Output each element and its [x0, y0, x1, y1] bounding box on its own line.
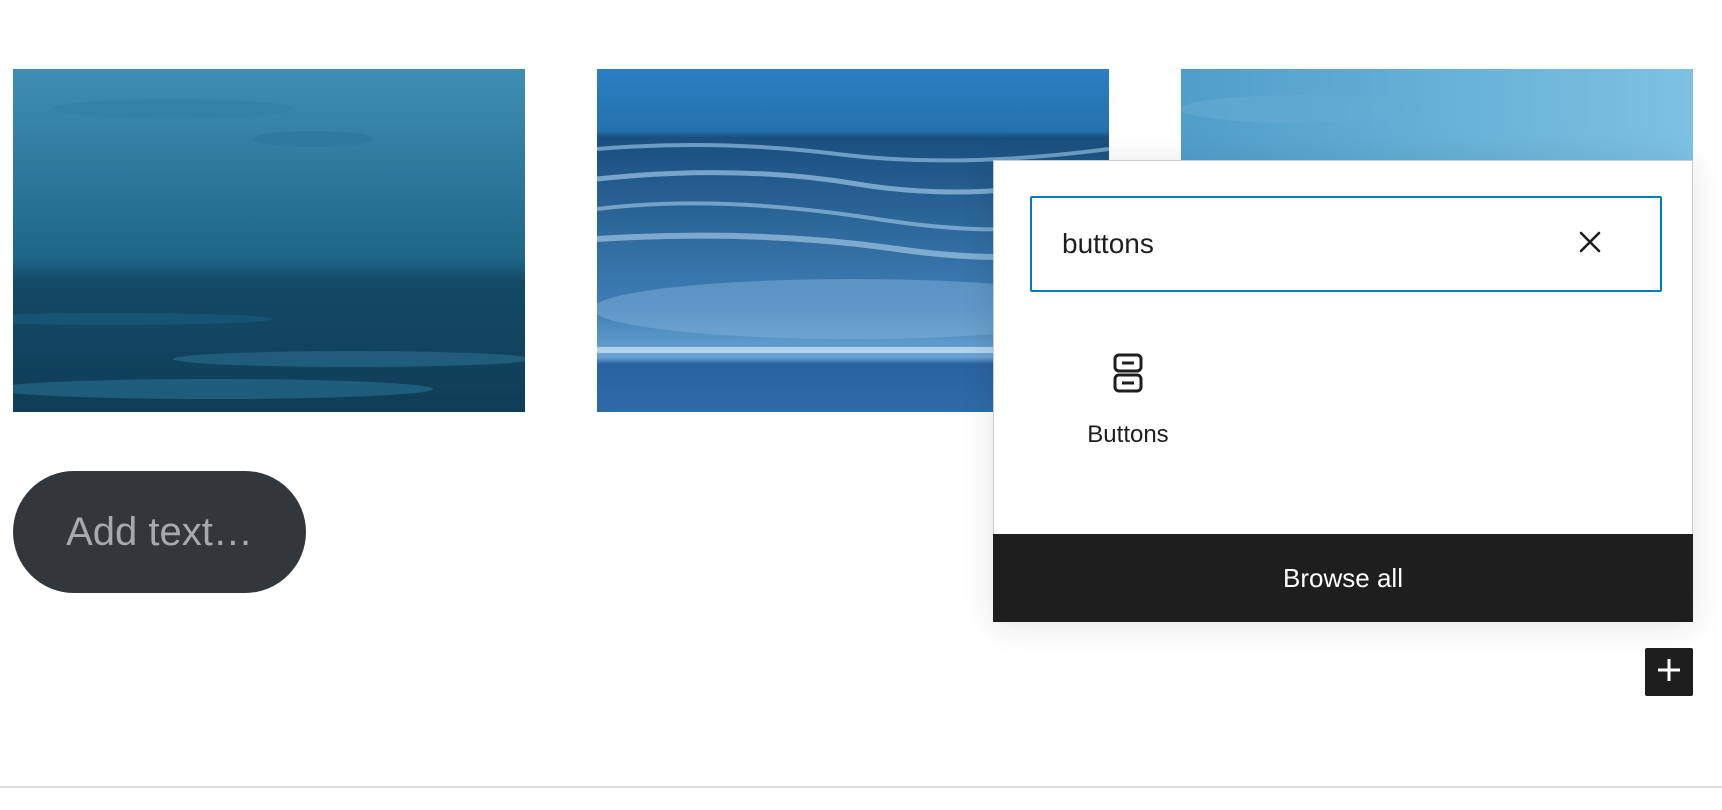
block-result-buttons[interactable]: Buttons [1070, 353, 1186, 465]
editor-canvas: Add text… Buttons [0, 0, 1722, 810]
clear-search-button[interactable] [1572, 226, 1608, 262]
gallery-image-ocean-dusk[interactable] [13, 69, 525, 412]
search-input[interactable] [1062, 198, 1582, 290]
button-placeholder-text[interactable]: Add text… [66, 510, 253, 555]
block-result-label: Buttons [1087, 421, 1169, 448]
buttons-block-icon [1108, 353, 1148, 393]
plus-icon [1655, 656, 1683, 689]
block-inserter-popover: Buttons Browse all [993, 160, 1693, 622]
browse-all-button[interactable]: Browse all [993, 534, 1693, 622]
close-icon [1578, 230, 1602, 259]
button-block[interactable]: Add text… [13, 471, 306, 593]
search-box [1030, 196, 1662, 292]
content-divider [0, 786, 1722, 788]
add-block-button[interactable] [1645, 648, 1693, 696]
